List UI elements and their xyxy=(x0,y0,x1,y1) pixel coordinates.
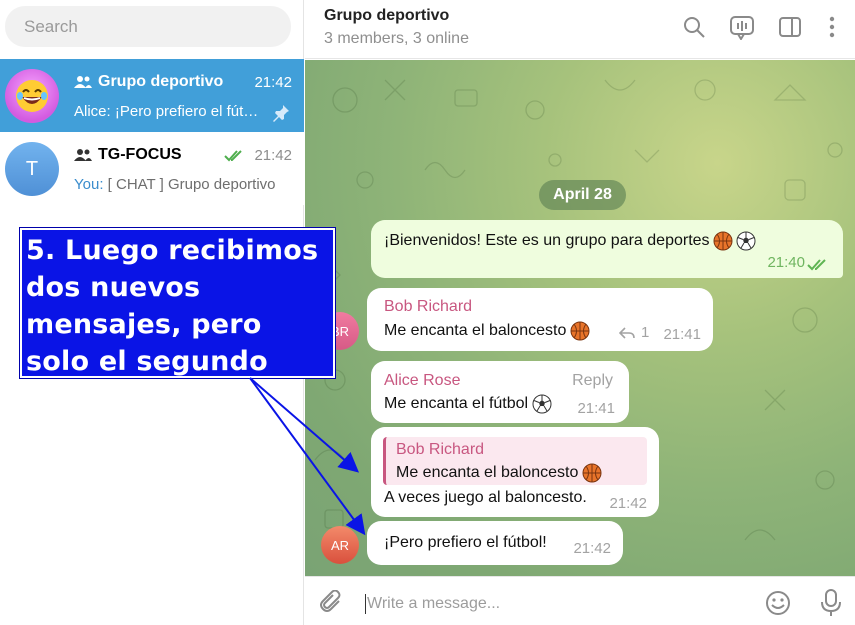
text-cursor xyxy=(365,594,366,614)
message-input[interactable]: Write a message... xyxy=(367,595,500,613)
double-check-icon xyxy=(807,259,826,271)
reply-arrow-icon xyxy=(619,326,635,339)
message-text: ¡Pero prefiero el fútbol! xyxy=(384,534,547,551)
basketball-icon xyxy=(713,231,733,251)
replies-indicator[interactable]: 1 xyxy=(619,324,649,341)
date-separator: April 28 xyxy=(539,180,626,210)
pin-icon xyxy=(273,105,289,122)
message-composer: Write a message... xyxy=(305,576,855,625)
message-bubble-incoming[interactable]: Bob Richard Me encanta el baloncesto 1 2… xyxy=(367,288,713,351)
chat-header-subtitle: 3 members, 3 online xyxy=(324,30,469,47)
chat-list-item-grupo-deportivo[interactable]: Grupo deportivo 21:42 Alice: ¡Pero prefi… xyxy=(0,59,304,132)
search-input[interactable]: Search xyxy=(5,6,291,47)
message-text: A veces juego al baloncesto. xyxy=(384,489,587,506)
chat-preview: Alice: ¡Pero prefiero el fútbol! xyxy=(74,103,262,120)
double-check-icon xyxy=(224,150,242,162)
more-options-icon[interactable] xyxy=(819,14,845,40)
message-bubble-incoming[interactable]: Alice Rose Reply Me encanta el fútbol 21… xyxy=(371,361,629,423)
reply-count: 1 xyxy=(641,324,650,341)
message-author[interactable]: Bob Richard xyxy=(384,298,472,316)
basketball-icon xyxy=(582,463,602,483)
group-icon xyxy=(74,149,92,161)
chat-avatar: T xyxy=(5,142,59,196)
message-time: 21:41 xyxy=(577,400,615,417)
quoted-text: Me encanta el baloncesto xyxy=(396,464,579,481)
message-bubble-incoming[interactable]: Bob Richard Me encanta el baloncesto A v… xyxy=(371,427,659,517)
paperclip-icon[interactable] xyxy=(319,590,345,616)
annotation-box: 5. Luego recibimos dos nuevos mensajes, … xyxy=(19,227,336,414)
voice-chat-icon[interactable] xyxy=(729,14,755,40)
preview-sender: You: xyxy=(74,176,104,193)
sidebar-toggle-icon[interactable] xyxy=(777,14,803,40)
message-text: ¡Bienvenidos! Este es un grupo para depo… xyxy=(384,232,710,249)
message-time: 21:41 xyxy=(663,326,701,343)
search-placeholder: Search xyxy=(24,17,78,36)
message-author[interactable]: Alice Rose xyxy=(384,372,460,390)
reply-button[interactable]: Reply xyxy=(572,372,613,390)
message-text: Me encanta el fútbol xyxy=(384,395,529,412)
chat-list-item-tg-focus[interactable]: T TG-FOCUS 21:42 You: [ CHAT ] Grupo dep… xyxy=(0,132,304,205)
microphone-icon[interactable] xyxy=(819,588,843,618)
group-icon xyxy=(74,76,92,88)
emoji-icon[interactable] xyxy=(765,590,791,616)
soccer-ball-icon xyxy=(532,394,552,414)
basketball-icon xyxy=(570,321,590,341)
message-area[interactable]: April 28 ¡Bienvenidos! Este es un grupo … xyxy=(305,60,855,576)
quoted-author: Bob Richard xyxy=(396,441,485,458)
message-time: 21:42 xyxy=(609,495,647,512)
search-icon[interactable] xyxy=(681,14,707,40)
soccer-ball-icon xyxy=(736,231,756,251)
chat-preview: [ CHAT ] Grupo deportivo xyxy=(107,176,276,193)
message-text: Me encanta el baloncesto xyxy=(384,322,567,339)
chat-header: Grupo deportivo 3 members, 3 online xyxy=(305,0,855,59)
chat-time: 21:42 xyxy=(254,74,292,91)
message-time: 21:40 xyxy=(767,254,805,271)
laughing-face-icon xyxy=(16,80,48,112)
chat-header-title[interactable]: Grupo deportivo xyxy=(324,7,449,25)
chat-time: 21:42 xyxy=(254,147,292,164)
message-bubble-outgoing[interactable]: ¡Bienvenidos! Este es un grupo para depo… xyxy=(371,220,843,278)
chat-title: TG-FOCUS xyxy=(98,146,182,163)
group-avatar xyxy=(5,69,59,123)
message-bubble-incoming[interactable]: ¡Pero prefiero el fútbol! 21:42 xyxy=(367,521,623,565)
chat-title: Grupo deportivo xyxy=(98,73,224,90)
message-time: 21:42 xyxy=(573,540,611,557)
avatar[interactable]: AR xyxy=(321,526,359,564)
quoted-message[interactable]: Bob Richard Me encanta el baloncesto xyxy=(383,437,647,485)
